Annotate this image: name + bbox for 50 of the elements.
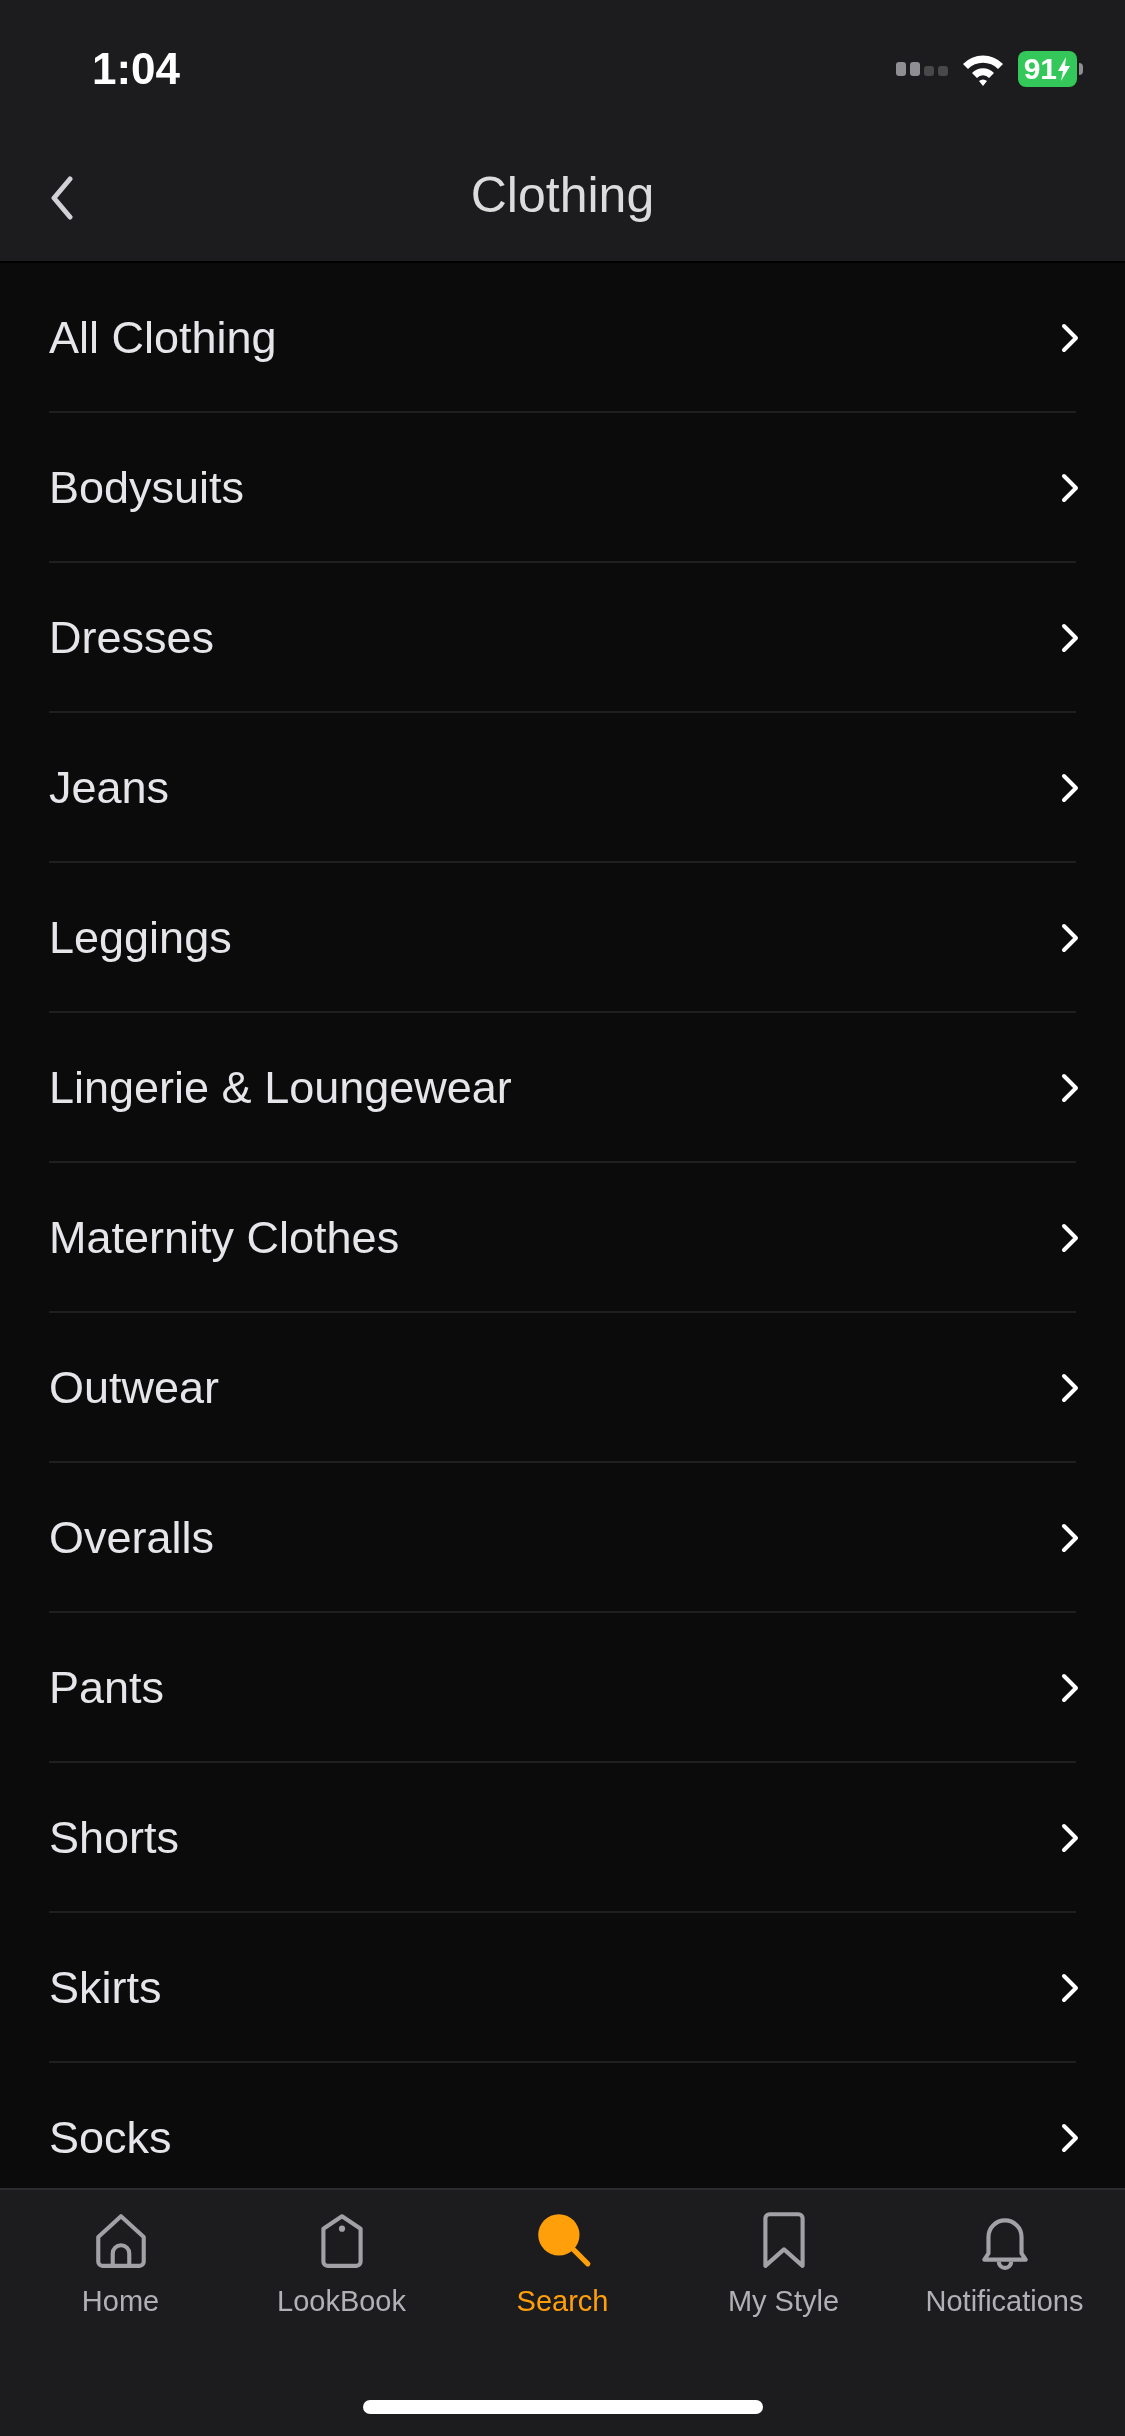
category-row[interactable]: Socks — [0, 2063, 1125, 2188]
chevron-right-icon — [1061, 773, 1079, 803]
category-row[interactable]: Bodysuits — [0, 413, 1125, 563]
category-label: Pants — [49, 1661, 165, 1716]
chevron-right-icon — [1061, 473, 1079, 503]
category-label: Jeans — [49, 761, 170, 816]
category-row[interactable]: Shorts — [0, 1763, 1125, 1913]
category-label: Outwear — [49, 1361, 220, 1416]
category-row[interactable]: Overalls — [0, 1463, 1125, 1613]
category-label: Lingerie & Loungewear — [49, 1061, 512, 1116]
status-time: 1:04 — [92, 43, 181, 95]
chevron-right-icon — [1061, 1823, 1079, 1853]
category-label: All Clothing — [49, 311, 277, 366]
category-row[interactable]: Maternity Clothes — [0, 1163, 1125, 1313]
category-label: Shorts — [49, 1811, 180, 1866]
chevron-right-icon — [1061, 323, 1079, 353]
chevron-right-icon — [1061, 623, 1079, 653]
category-label: Bodysuits — [49, 461, 245, 516]
chevron-right-icon — [1061, 2123, 1079, 2153]
category-row[interactable]: All Clothing — [0, 263, 1125, 413]
page-title: Clothing — [470, 166, 655, 225]
chevron-right-icon — [1061, 1073, 1079, 1103]
category-row[interactable]: Skirts — [0, 1913, 1125, 2063]
chevron-right-icon — [1061, 1523, 1079, 1553]
tab-bar-item[interactable]: My Style — [673, 2190, 894, 2340]
category-row[interactable]: Lingerie & Loungewear — [0, 1013, 1125, 1163]
chevron-right-icon — [1061, 1223, 1079, 1253]
category-label: Overalls — [49, 1511, 215, 1566]
chevron-right-icon — [1061, 1673, 1079, 1703]
category-label: Dresses — [49, 611, 215, 666]
back-icon — [50, 176, 74, 220]
chevron-right-icon — [1061, 1973, 1079, 2003]
signal-icon — [895, 62, 948, 76]
chevron-right-icon — [1061, 923, 1079, 953]
category-label: Leggings — [49, 911, 232, 966]
category-row[interactable]: Dresses — [0, 563, 1125, 713]
category-row[interactable]: Leggings — [0, 863, 1125, 1013]
category-row[interactable]: Outwear — [0, 1313, 1125, 1463]
bolt-icon — [1057, 57, 1071, 81]
tab-bar-item[interactable]: Search — [452, 2190, 673, 2340]
category-label: Socks — [49, 2111, 172, 2166]
battery-level: 91 — [1023, 54, 1057, 84]
category-row[interactable]: Pants — [0, 1613, 1125, 1763]
chevron-right-icon — [1061, 1373, 1079, 1403]
tab-bar-item[interactable]: LookBook — [231, 2190, 452, 2340]
tab-bar-item[interactable]: Notifications — [894, 2190, 1115, 2340]
category-label: Skirts — [49, 1961, 162, 2016]
category-label: Maternity Clothes — [49, 1211, 400, 1266]
tab-bar-item[interactable]: Home — [10, 2190, 231, 2340]
category-row[interactable]: Jeans — [0, 713, 1125, 863]
